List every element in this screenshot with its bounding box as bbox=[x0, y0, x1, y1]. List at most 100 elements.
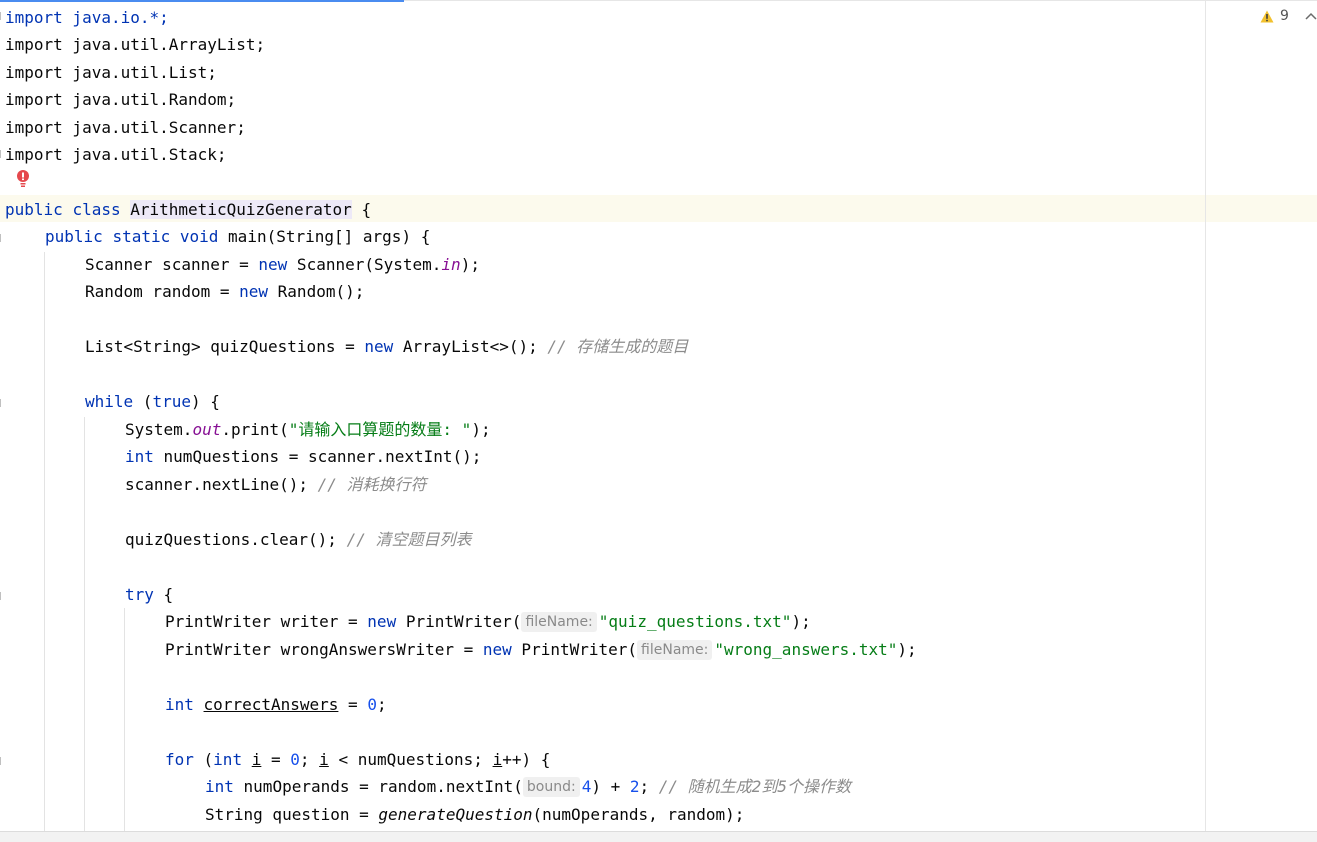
code-text: = bbox=[261, 750, 291, 769]
number-literal: 0 bbox=[290, 750, 300, 769]
string-literal: "请输入口算题的数量: " bbox=[288, 420, 472, 439]
static-field: in bbox=[441, 255, 461, 274]
static-field: out bbox=[192, 420, 222, 439]
fold-marker[interactable] bbox=[0, 234, 6, 242]
error-bulb-icon[interactable] bbox=[16, 170, 30, 188]
code-line: PrintWriter wrongAnswersWriter = new Pri… bbox=[165, 636, 917, 663]
right-margin-line bbox=[1205, 0, 1206, 831]
code-line: for (int i = 0; i < numQuestions; i++) { bbox=[165, 746, 550, 773]
code-text: ); bbox=[460, 255, 480, 274]
bottom-status-bar bbox=[0, 831, 1317, 842]
keyword: int bbox=[165, 695, 194, 714]
keyword: class bbox=[72, 200, 121, 219]
code-text: scanner.nextLine(); bbox=[125, 475, 318, 494]
class-name[interactable]: ArithmeticQuizGenerator bbox=[130, 200, 352, 219]
tab-bar-border bbox=[404, 0, 1317, 1]
code-comment: // 存储生成的题目 bbox=[547, 337, 689, 356]
parameter-hint: fileName: bbox=[637, 640, 713, 660]
number-literal: 0 bbox=[367, 695, 377, 714]
chevron-up-icon[interactable] bbox=[1305, 9, 1317, 23]
variable: correctAnswers bbox=[203, 695, 339, 714]
code-line: try { bbox=[125, 581, 173, 608]
code-text: < numQuestions; bbox=[328, 750, 493, 769]
import-statement: import java.util.Stack; bbox=[5, 145, 227, 164]
code-line: System.out.print("请输入口算题的数量: "); bbox=[125, 416, 491, 443]
indent-guide bbox=[84, 417, 85, 831]
import-statement: import java.util.ArrayList; bbox=[5, 35, 266, 54]
code-text: ); bbox=[897, 640, 917, 659]
code-text: ; bbox=[299, 750, 320, 769]
code-text: System. bbox=[125, 420, 193, 439]
code-comment: // 消耗换行符 bbox=[317, 475, 427, 494]
string-literal: "wrong_answers.txt" bbox=[714, 640, 898, 659]
code-text: ; bbox=[639, 777, 659, 796]
variable: i bbox=[251, 750, 262, 769]
code-text: ( bbox=[133, 392, 153, 411]
code-line: String question = generateQuestion(numOp… bbox=[205, 801, 744, 828]
code-text: PrintWriter( bbox=[396, 612, 522, 631]
code-line: import java.util.List; bbox=[5, 59, 217, 86]
code-line: Random random = new Random(); bbox=[85, 278, 364, 305]
code-line: public static void main(String[] args) { bbox=[45, 223, 430, 250]
code-line: List<String> quizQuestions = new ArrayLi… bbox=[85, 333, 688, 360]
code-text: Random(); bbox=[268, 282, 365, 301]
code-line: import java.util.ArrayList; bbox=[5, 31, 265, 58]
code-text: ) { bbox=[190, 392, 220, 411]
code-line: import java.util.Scanner; bbox=[5, 114, 246, 141]
keyword: int bbox=[125, 447, 154, 466]
code-text: ( bbox=[193, 750, 214, 769]
keyword: while bbox=[85, 392, 134, 411]
keyword: void bbox=[179, 227, 219, 246]
code-comment: // 清空题目列表 bbox=[346, 530, 472, 549]
keyword: true bbox=[152, 392, 191, 411]
parameter-hint: fileName: bbox=[521, 612, 597, 632]
code-text: ) + bbox=[591, 777, 630, 796]
code-line: scanner.nextLine(); // 消耗换行符 bbox=[125, 471, 427, 498]
keyword: public bbox=[5, 200, 63, 219]
fold-marker[interactable] bbox=[0, 399, 6, 407]
inspection-widget[interactable]: 9 bbox=[1260, 8, 1317, 24]
import-statement: import java.util.Random; bbox=[5, 90, 237, 109]
code-text: ); bbox=[471, 420, 491, 439]
code-line: public class ArithmeticQuizGenerator { bbox=[5, 196, 371, 223]
import-statement: import java.util.Scanner; bbox=[5, 118, 246, 137]
keyword: new bbox=[258, 255, 288, 274]
keyword: new bbox=[364, 337, 394, 356]
code-text: (numOperands, random); bbox=[532, 805, 745, 824]
indent-guide bbox=[124, 608, 125, 831]
variable: i bbox=[319, 750, 329, 769]
warning-triangle-icon bbox=[1260, 10, 1274, 23]
keyword: public bbox=[45, 227, 103, 246]
code-text: ; bbox=[376, 695, 387, 714]
warning-count: 9 bbox=[1280, 8, 1289, 24]
fold-marker[interactable] bbox=[0, 757, 6, 765]
code-text: quizQuestions.clear(); bbox=[125, 530, 347, 549]
code-line: int numQuestions = scanner.nextInt(); bbox=[125, 443, 481, 470]
code-comment: // 随机生成2到5个操作数 bbox=[658, 777, 851, 796]
keyword: try bbox=[125, 585, 154, 604]
keyword: new bbox=[482, 640, 512, 659]
code-text: { bbox=[351, 200, 372, 219]
code-text: String question = bbox=[205, 805, 379, 824]
fold-marker[interactable] bbox=[0, 592, 6, 600]
keyword: int bbox=[213, 750, 243, 769]
method-signature: main(String[] args) { bbox=[228, 227, 431, 246]
code-text: { bbox=[153, 585, 174, 604]
import-statement: import java.util.List; bbox=[5, 63, 217, 82]
keyword: int bbox=[205, 777, 234, 796]
code-line: quizQuestions.clear(); // 清空题目列表 bbox=[125, 526, 471, 553]
parameter-hint: bound: bbox=[522, 777, 580, 797]
code-editor[interactable]: import java.io.*; import java.util.Array… bbox=[0, 2, 1205, 831]
code-text: .print( bbox=[221, 420, 289, 439]
code-text: PrintWriter wrongAnswersWriter = bbox=[165, 640, 483, 659]
import-statement: import java.io.*; bbox=[5, 8, 169, 27]
code-text: Scanner scanner = bbox=[85, 255, 259, 274]
code-text: Random random = bbox=[85, 282, 240, 301]
code-text: ++) { bbox=[502, 750, 551, 769]
code-line: while (true) { bbox=[85, 388, 220, 415]
code-line: int numOperands = random.nextInt(bound: 4… bbox=[205, 773, 851, 800]
code-line: import java.io.*; bbox=[5, 4, 169, 31]
keyword: static bbox=[112, 227, 171, 246]
keyword: new bbox=[367, 612, 397, 631]
code-text: ArrayList<>(); bbox=[393, 337, 548, 356]
